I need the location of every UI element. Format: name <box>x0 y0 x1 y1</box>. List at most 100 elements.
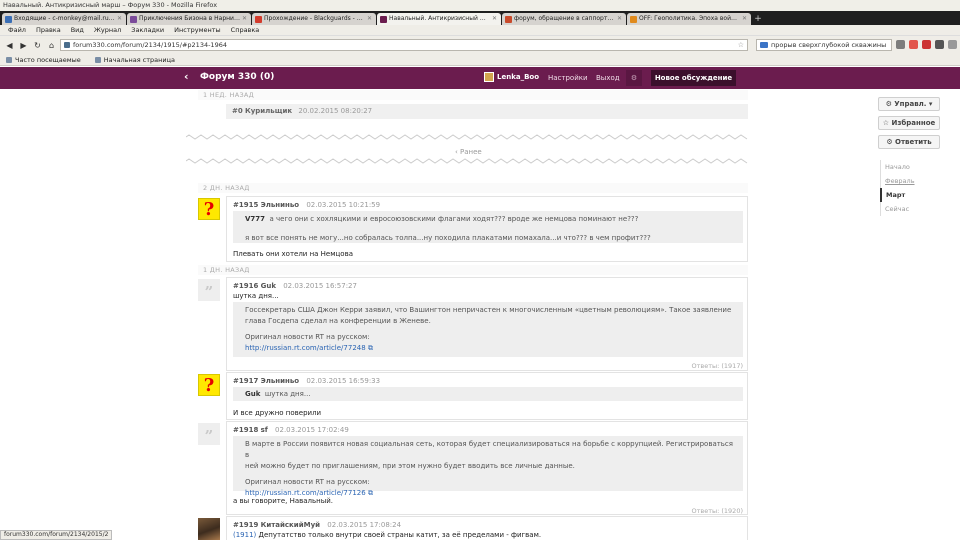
bookmark-start-page[interactable]: Начальная страница <box>94 56 175 64</box>
home-icon[interactable]: ⌂ <box>46 40 57 51</box>
zigzag-divider <box>186 134 748 140</box>
browser-tab[interactable]: Входящие - c-monkey@mail.ru - П... ✕ <box>2 13 126 25</box>
search-value: прорыв сверхглубокой скважины <box>771 41 887 49</box>
logout-link[interactable]: Выход <box>596 74 620 82</box>
back-chevron-icon[interactable]: ‹ <box>184 70 189 83</box>
browser-tab[interactable]: Приключения Бизона в Нарнии 1... ✕ <box>127 13 251 25</box>
tab-bar: Входящие - c-monkey@mail.ru - П... ✕ Прик… <box>0 11 960 25</box>
gear-icon[interactable]: ⚙ <box>626 70 642 86</box>
tab-favicon-icon <box>380 15 387 23</box>
post-date: 02.03.2015 17:08:24 <box>327 521 402 529</box>
reload-icon[interactable]: ↻ <box>32 40 43 51</box>
download-icon[interactable] <box>896 40 905 49</box>
back-arrow-icon[interactable]: ◀ <box>4 40 15 51</box>
avatar[interactable] <box>198 518 220 540</box>
day-separator: 1 НЕД. НАЗАД <box>198 90 748 100</box>
browser-tab[interactable]: форум, обращение в саппорт - Ф... ✕ <box>502 13 626 25</box>
close-icon[interactable]: ✕ <box>117 13 122 25</box>
search-input[interactable]: прорыв сверхглубокой скважины <box>756 39 892 51</box>
post-quote: Guk шутка дня... <box>233 387 743 401</box>
external-link-icon: ⧉ <box>367 489 373 497</box>
external-link-icon: ⧉ <box>367 344 373 352</box>
close-icon[interactable]: ✕ <box>492 13 497 25</box>
bookmark-star-icon[interactable]: ☆ <box>738 40 744 50</box>
replies-link[interactable]: Ответы: (1917) <box>691 362 743 370</box>
timeline-march[interactable]: Март <box>880 188 915 202</box>
browser-tab-active[interactable]: Навальный. Антикризисный мар... ✕ <box>377 13 501 25</box>
manage-button[interactable]: ⚙ Управл. ▾ <box>878 97 940 111</box>
extension-icon[interactable] <box>948 40 957 49</box>
post-1919: #1919 КитайскийМуй 02.03.2015 17:08:24 (… <box>226 516 748 540</box>
tab-favicon-icon <box>130 15 137 23</box>
user-profile[interactable]: Lenka_Boo <box>484 72 539 82</box>
addon-icon[interactable] <box>909 40 918 49</box>
new-discussion-button[interactable]: Новое обсуждение <box>651 70 736 86</box>
reply-reference-link[interactable]: (1911) <box>233 531 256 539</box>
post-number[interactable]: #1915 <box>233 201 258 209</box>
close-icon[interactable]: ✕ <box>242 13 247 25</box>
load-earlier-link[interactable]: ‹ Ранее <box>455 148 482 156</box>
menu-history[interactable]: Журнал <box>94 26 121 34</box>
quote-mark-icon[interactable]: ” <box>198 423 220 445</box>
gear-icon: ⚙ <box>885 100 892 108</box>
post-date: 02.03.2015 16:57:27 <box>283 282 357 290</box>
post-number[interactable]: #1918 <box>233 426 258 434</box>
status-bar-url: forum330.com/forum/2134/2015/2 <box>0 530 113 540</box>
close-icon[interactable]: ✕ <box>617 13 622 25</box>
post-date: 20.02.2015 08:20:27 <box>298 107 373 115</box>
quote-mark-icon[interactable]: ” <box>198 279 220 301</box>
post-1917: #1917 Эльниньо 02.03.2015 16:59:33 Guk ш… <box>226 372 748 420</box>
close-icon[interactable]: ✕ <box>742 13 747 25</box>
source-link[interactable]: http://russian.rt.com/article/77248 <box>245 344 366 352</box>
menu-tools[interactable]: Инструменты <box>174 26 221 34</box>
timeline-february[interactable]: Февраль <box>881 174 915 188</box>
forward-arrow-icon[interactable]: ▶ <box>18 40 29 51</box>
post-quote: В марте в России появится новая социальн… <box>233 436 743 497</box>
post-1916: #1916 Guk 02.03.2015 16:57:27 шутка дня.… <box>226 277 748 371</box>
post-author[interactable]: Эльниньо <box>261 377 300 385</box>
timeline-start[interactable]: Начало <box>881 160 915 174</box>
post-text: шутка дня... <box>233 292 279 300</box>
forum-title[interactable]: Форум 330 (0) <box>200 72 274 82</box>
adblock-icon[interactable] <box>922 40 931 49</box>
post-quote: V777 а чего они с хохляцкими и евросоюзо… <box>233 211 743 243</box>
source-link[interactable]: http://russian.rt.com/article/77126 <box>245 489 366 497</box>
reply-button[interactable]: ⚙ Ответить <box>878 135 940 149</box>
post-number[interactable]: #1916 <box>233 282 258 290</box>
post-author[interactable]: Эльниньо <box>261 201 300 209</box>
menu-help[interactable]: Справка <box>231 26 260 34</box>
post-author[interactable]: КитайскийМуй <box>261 521 320 529</box>
bookmarks-bar: Часто посещаемые Начальная страница <box>0 54 960 66</box>
replies-link[interactable]: Ответы: (1920) <box>691 507 743 515</box>
post-number[interactable]: #1919 <box>233 521 258 529</box>
post-author[interactable]: Курильщик <box>245 107 292 115</box>
url-bar[interactable]: forum330.com/forum/2134/1915/#p2134-1964… <box>60 39 748 51</box>
browser-tab[interactable]: OFF: Геополитика. Эпоха войн-2 и...✕ <box>627 13 751 25</box>
post-author[interactable]: Guk <box>261 282 276 290</box>
timeline-now[interactable]: Сейчас <box>881 202 915 216</box>
bookmark-folder-icon <box>6 56 12 63</box>
avatar[interactable]: ? <box>198 198 220 220</box>
settings-link[interactable]: Настройки <box>548 74 588 82</box>
avatar[interactable]: ? <box>198 374 220 396</box>
menu-icon[interactable] <box>935 40 944 49</box>
pinned-post[interactable]: #0 Курильщик 20.02.2015 08:20:27 <box>226 104 748 119</box>
menu-edit[interactable]: Правка <box>36 26 61 34</box>
quote-author[interactable]: V777 <box>245 215 265 223</box>
tab-favicon-icon <box>630 15 637 23</box>
chevron-down-icon: ▾ <box>928 100 933 108</box>
post-date: 02.03.2015 10:21:59 <box>306 201 381 209</box>
tab-favicon-icon <box>255 15 262 23</box>
browser-tab[interactable]: Прохождение - Blackguards - прох...✕ <box>252 13 376 25</box>
search-engine-icon[interactable] <box>760 42 768 48</box>
post-author[interactable]: sf <box>261 426 268 434</box>
menu-view[interactable]: Вид <box>71 26 84 34</box>
close-icon[interactable]: ✕ <box>367 13 372 25</box>
new-tab-button[interactable]: + <box>752 13 764 25</box>
post-number[interactable]: #1917 <box>233 377 258 385</box>
bookmark-most-visited[interactable]: Часто посещаемые <box>6 56 81 64</box>
favorites-button[interactable]: ☆ Избранное <box>878 116 940 130</box>
menu-bookmarks[interactable]: Закладки <box>131 26 164 34</box>
quote-author[interactable]: Guk <box>245 390 260 398</box>
menu-file[interactable]: Файл <box>8 26 26 34</box>
